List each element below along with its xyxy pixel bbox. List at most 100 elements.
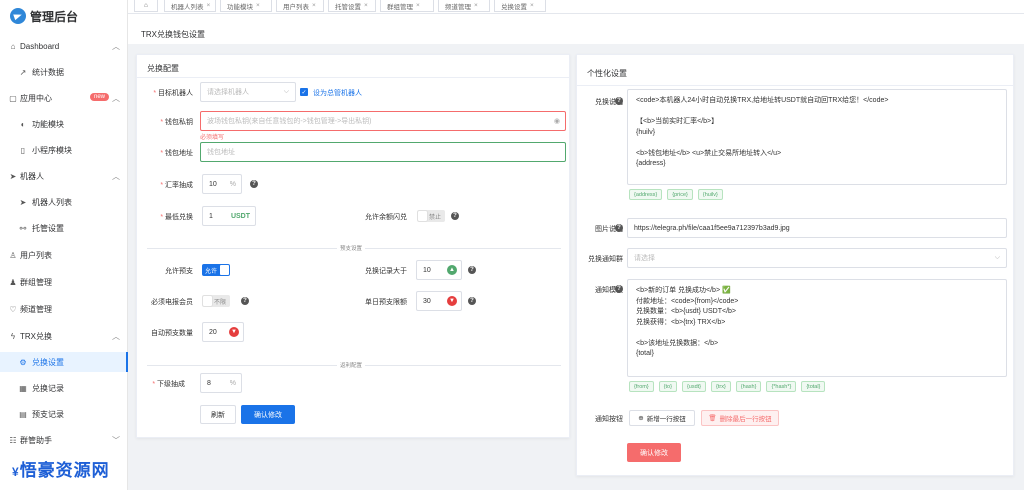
exchange-fee-input[interactable]: 10% [202,174,242,194]
close-icon[interactable]: × [256,2,260,9]
close-icon[interactable]: × [364,2,368,9]
variable-tag[interactable]: {hash} [735,381,762,392]
sidebar-item-7[interactable]: ⚯ 托管设置 [0,218,128,238]
image-url-input[interactable]: https://telegra.ph/file/caa1f5ee9a712397… [627,218,1007,238]
help-icon[interactable]: ? [468,297,476,305]
sidebar-item-0[interactable]: ⌂ Dashboard ︿ [0,36,128,56]
close-icon[interactable]: × [312,2,316,9]
close-icon[interactable]: × [207,2,211,9]
tab-3[interactable]: 托管设置 × [328,0,376,12]
tab-1[interactable]: 功能模块 × [220,0,272,12]
allow-prepay-switch[interactable]: 允许 [202,264,230,276]
sidebar-item-5[interactable]: ➤ 机器人 ︿ [0,166,128,186]
sidebar-item-14[interactable]: ▤ 预支记录 [0,404,128,424]
sidebar-item-10[interactable]: ♡ 频道管理 [0,299,128,319]
sidebar-item-3[interactable]: ◐ 功能模块 [0,114,128,134]
tab-4[interactable]: 群组管理 × [380,0,434,12]
sidebar-item-2[interactable]: ▢ 应用中心 new ︿ [0,88,128,108]
variable-tag[interactable]: {from} [629,381,654,392]
text-line: <code>本机器人24小时自动兑换TRX,给地址转USDT就自动回TRX给您！… [636,97,889,104]
target-robot-label: * 目标机器人 [153,90,193,97]
variable-tag[interactable]: {usdt} [681,381,707,392]
close-icon[interactable]: × [474,2,478,9]
min-exchange-input[interactable]: 1 USDT [202,206,256,226]
tab-label: 功能模块 [227,3,253,11]
variable-tag[interactable]: {price} [667,189,693,200]
help-icon[interactable]: ? [468,266,476,274]
sidebar-item-label: 统计数据 [32,67,64,77]
text-line [636,138,998,149]
records-gt-input[interactable]: 10 ▲ [416,260,462,280]
wallet-key-label: * 钱包私钥 [160,119,193,126]
close-icon[interactable]: × [530,2,534,9]
sidebar-item-label: 托管设置 [32,223,64,233]
desc-textarea[interactable]: <code>本机器人24小时自动兑换TRX,给地址转USDT就自动回TRX给您！… [627,89,1007,185]
text-line: 付款地址：<code>{from}</code> [636,297,739,305]
sidebar-item-11[interactable]: ϟ TRX兑换 ︿ [0,326,128,346]
wallet-address-label: * 钱包地址 [160,150,193,157]
refresh-button[interactable]: 刷新 [200,405,236,424]
sidebar-item-9[interactable]: ♟ 群组管理 [0,272,128,292]
allow-balance-switch[interactable]: 禁止 [417,210,445,222]
new-badge: new [90,93,110,101]
tab-5[interactable]: 频道管理 × [438,0,490,12]
sidebar-item-label: 频道管理 [20,304,52,314]
tab-home[interactable]: ⌂ [134,0,158,12]
wallet-address-input[interactable]: 钱包地址 [200,142,566,162]
decrease-icon[interactable]: ▼ [229,327,239,337]
tab-label: 托管设置 [335,3,361,11]
help-icon[interactable]: ? [241,297,249,305]
daily-limit-input[interactable]: 30 ▼ [416,291,462,311]
confirm-button[interactable]: 确认修改 [241,405,295,424]
delete-row-button[interactable]: 🗑 删除最后一行按钮 [701,410,779,426]
close-icon[interactable]: × [416,2,420,9]
variable-tag[interactable]: {*hash*} [766,381,797,392]
help-icon[interactable]: ? [615,285,623,293]
sidebar-item-13[interactable]: ▦ 兑换记录 [0,378,128,398]
sub-fee-input[interactable]: 8% [200,373,242,393]
sidebar-item-1[interactable]: ↗ 统计数据 [0,62,128,82]
sidebar-item-12[interactable]: ⚙ 兑换设置 [0,352,128,372]
sidebar-item-label: 群管助手 [20,435,52,445]
variable-tag[interactable]: {address} [629,189,663,200]
card-title: 个性化设置 [587,69,627,78]
help-icon[interactable]: ? [615,224,623,232]
need-member-label: 必须电报会员 [151,299,193,306]
notify-button-label: 通知按钮 [595,416,623,423]
add-row-button[interactable]: ⊕ 新增一行按钮 [629,410,695,426]
help-icon[interactable]: ? [250,180,258,188]
user-icon: ♙ [9,250,17,260]
increase-icon[interactable]: ▲ [447,265,457,275]
tab-label: 群组管理 [387,3,413,11]
sidebar-item-15[interactable]: ☷ 群管助手 ﹀ [0,430,128,450]
help-icon[interactable]: ? [615,97,623,105]
help-icon[interactable]: ? [451,212,459,220]
notify-group-select[interactable]: 请选择 ⌵ [627,248,1007,268]
sidebar-item-label: 兑换记录 [32,383,64,393]
notify-template-textarea[interactable]: <b>新的订单 兑换成功</b> ✅ 付款地址：<code>{from}</cod… [627,279,1007,377]
document-icon: ▤ [19,409,27,419]
decrease-icon[interactable]: ▼ [447,296,457,306]
tab-0[interactable]: 机器人列表 × [164,0,216,12]
home-icon: ⌂ [144,2,148,9]
sidebar-item-8[interactable]: ♙ 用户列表 [0,245,128,265]
wallet-key-input[interactable]: 波场钱包私钥(来自任意钱包的->钱包管理->导出私钥) ◉ [200,111,566,131]
prepay-divider: 预支设置 [337,244,366,252]
confirm-button[interactable]: 确认修改 [627,443,681,462]
variable-tag[interactable]: {to} [658,381,677,392]
sidebar-item-6[interactable]: ➤ 机器人列表 [0,192,128,212]
tab-2[interactable]: 用户列表 × [276,0,324,12]
card-title: 兑换配置 [147,64,179,73]
variable-tag[interactable]: {huilv} [697,189,723,200]
variable-tag[interactable]: {trx} [711,381,731,392]
variable-tag[interactable]: {total} [801,381,826,392]
eye-icon[interactable]: ◉ [554,117,560,125]
need-member-switch[interactable]: 不限 [202,295,230,307]
auto-prepay-input[interactable]: 20 ▼ [202,322,244,342]
manager-robot-checkbox[interactable]: ✓ [300,88,308,96]
target-robot-select[interactable]: 请选择机器人 ⌵ [200,82,296,102]
sidebar-item-label: 兑换设置 [32,357,64,367]
sidebar-item-4[interactable]: ▯ 小程序模块 [0,140,128,160]
template-tags: {from} {to} {usdt} {trx} {hash} {*hash*} {tota… [629,381,826,392]
tab-6[interactable]: 兑换设置 × [494,0,546,12]
